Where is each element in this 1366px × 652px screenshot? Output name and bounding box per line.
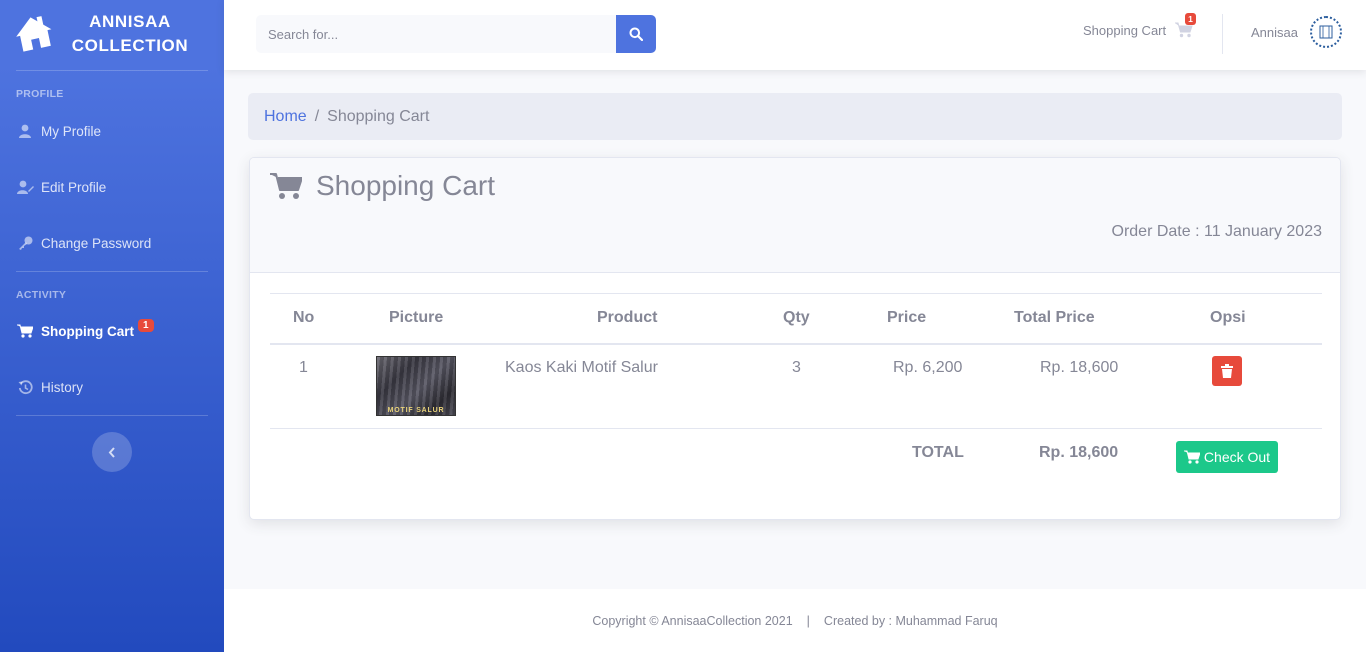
cell-product: Kaos Kaki Motif Salur — [505, 359, 658, 376]
table-header-border — [270, 343, 1322, 345]
footer-copyright: Copyright © AnnisaaCollection 2021 — [592, 613, 793, 628]
cart-count-badge: 1 — [1185, 13, 1196, 25]
checkout-button[interactable]: Check Out — [1176, 441, 1278, 473]
column-header-qty: Qty — [783, 309, 810, 326]
topbar-cart-label: Shopping Cart — [1083, 22, 1167, 38]
footer-created-by: Created by : Muhammad Faruq — [823, 613, 998, 628]
checkout-button-label: Check Out — [1203, 449, 1271, 465]
page-title: Shopping Cart — [270, 170, 495, 202]
sidebar-item-my-profile[interactable]: My Profile — [16, 117, 216, 145]
cart-count-badge: 1 — [138, 318, 154, 332]
brand[interactable]: ANNISAA COLLECTION — [0, 0, 224, 70]
brand-line-1: ANNISAA — [89, 12, 171, 31]
sidebar-item-change-password[interactable]: Change Password — [16, 229, 216, 257]
card-header: Shopping Cart Order Date : 11 January 20… — [250, 158, 1340, 273]
topbar: Shopping Cart 1 Annisaa — [224, 0, 1366, 70]
search-bar — [256, 15, 656, 53]
brand-text: ANNISAA COLLECTION — [66, 10, 194, 58]
column-header-opsi: Opsi — [1210, 309, 1246, 326]
column-header-total-price: Total Price — [1014, 309, 1095, 326]
sidebar-item-edit-profile[interactable]: Edit Profile — [16, 173, 216, 201]
history-icon — [16, 379, 34, 395]
delete-item-button[interactable] — [1212, 356, 1242, 386]
key-icon — [16, 235, 34, 251]
column-header-product: Product — [597, 309, 658, 326]
footer-separator: | — [806, 613, 810, 628]
search-icon — [629, 27, 643, 41]
search-input[interactable] — [256, 15, 616, 53]
cell-total-price: Rp. 18,600 — [1040, 359, 1119, 376]
order-date: Order Date : 11 January 2023 — [1111, 223, 1323, 240]
cell-qty: 3 — [792, 359, 801, 376]
sidebar-divider — [16, 70, 208, 71]
cell-no: 1 — [299, 359, 308, 376]
trash-icon — [1221, 364, 1233, 378]
sidebar-item-history[interactable]: History — [16, 373, 216, 401]
cart-icon — [16, 323, 34, 339]
page-title-text: Shopping Cart — [316, 170, 496, 201]
sidebar-divider — [16, 271, 208, 272]
breadcrumb: Home / Shopping Cart — [248, 93, 1342, 140]
sidebar-toggle-button[interactable] — [92, 432, 132, 472]
sidebar: ANNISAA COLLECTION PROFILE My Profile Ed… — [0, 0, 224, 652]
column-header-no: No — [293, 309, 315, 326]
cell-price: Rp. 6,200 — [893, 359, 963, 376]
sidebar-item-label: History — [41, 379, 84, 395]
column-header-picture: Picture — [389, 309, 444, 326]
breadcrumb-home-link[interactable]: Home — [264, 108, 307, 126]
table-row-border — [270, 428, 1322, 429]
sidebar-heading-activity: ACTIVITY — [16, 289, 67, 301]
topbar-cart-link[interactable]: Shopping Cart 1 — [1083, 13, 1196, 38]
breadcrumb-current: Shopping Cart — [327, 107, 430, 125]
sidebar-item-shopping-cart[interactable]: Shopping Cart 1 — [16, 317, 216, 345]
sidebar-divider — [16, 415, 208, 416]
sidebar-item-label: Shopping Cart — [41, 323, 134, 339]
user-name: Annisaa — [1251, 24, 1298, 40]
user-icon — [16, 123, 34, 139]
topbar-divider — [1222, 14, 1223, 54]
total-value: Rp. 18,600 — [1039, 444, 1119, 461]
user-edit-icon — [16, 179, 34, 195]
product-thumbnail: MOTIF SALUR — [376, 356, 456, 416]
sidebar-item-label: Edit Profile — [41, 179, 107, 195]
cart-icon: 1 — [1175, 13, 1196, 38]
cart-icon — [270, 173, 302, 199]
table-top-border — [270, 293, 1322, 294]
shopping-cart-card: Shopping Cart Order Date : 11 January 20… — [249, 157, 1341, 520]
footer: Copyright © AnnisaaCollection 2021 | Cre… — [224, 589, 1366, 652]
avatar — [1309, 16, 1342, 48]
chevron-left-icon — [108, 446, 115, 458]
user-menu[interactable]: Annisaa — [1251, 16, 1342, 48]
column-header-price: Price — [887, 309, 927, 326]
sidebar-item-label: Change Password — [41, 235, 152, 251]
product-thumbnail-caption: MOTIF SALUR — [387, 407, 445, 414]
sidebar-item-label: My Profile — [41, 123, 102, 139]
brand-line-2: COLLECTION — [71, 36, 189, 55]
search-button[interactable] — [616, 15, 656, 53]
cart-icon — [1183, 450, 1200, 464]
breadcrumb-separator: / — [314, 107, 320, 125]
home-icon — [16, 16, 52, 52]
total-label: TOTAL — [912, 444, 964, 461]
sidebar-heading-profile: PROFILE — [16, 88, 64, 100]
